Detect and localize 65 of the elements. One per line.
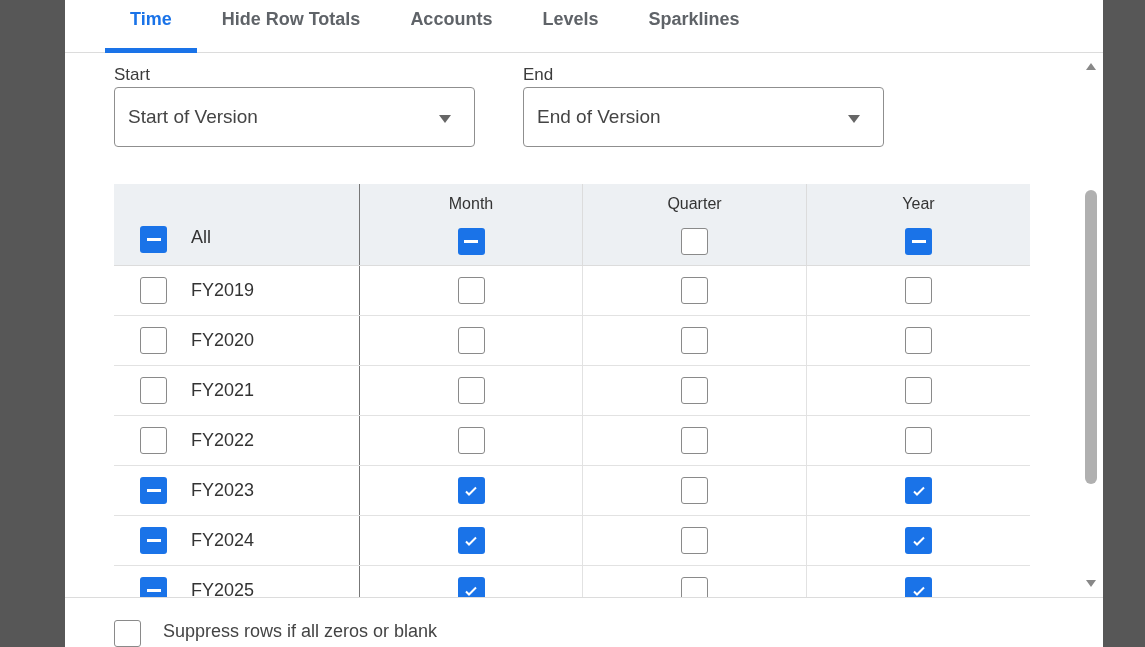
row-label: FY2024 bbox=[191, 529, 255, 552]
checkbox[interactable] bbox=[140, 527, 167, 554]
minus-icon bbox=[146, 538, 161, 543]
row-label: FY2021 bbox=[191, 379, 255, 402]
checkbox[interactable] bbox=[457, 327, 485, 354]
column-header: Year bbox=[902, 194, 935, 214]
row-label: All bbox=[191, 226, 211, 249]
column-header: Quarter bbox=[667, 194, 722, 214]
checkbox[interactable] bbox=[905, 527, 932, 554]
checkbox[interactable] bbox=[681, 327, 708, 354]
minus-icon bbox=[146, 488, 161, 493]
checkbox[interactable] bbox=[114, 620, 141, 647]
checkbox[interactable] bbox=[140, 327, 167, 354]
scroll-down-icon[interactable] bbox=[1085, 580, 1096, 587]
checkbox[interactable] bbox=[905, 327, 932, 354]
minus-icon bbox=[464, 239, 478, 244]
checkbox[interactable] bbox=[457, 277, 485, 304]
checkbox[interactable] bbox=[140, 577, 167, 597]
checkbox[interactable] bbox=[905, 277, 932, 304]
checkbox[interactable] bbox=[140, 427, 167, 454]
tab[interactable]: Accounts bbox=[385, 0, 518, 53]
column-header: Month bbox=[448, 194, 494, 214]
checkbox[interactable] bbox=[681, 527, 708, 554]
checkbox[interactable] bbox=[681, 228, 708, 255]
checkbox[interactable] bbox=[457, 377, 485, 404]
checkbox[interactable] bbox=[681, 277, 708, 304]
checkbox[interactable] bbox=[905, 228, 932, 255]
row-label: FY2023 bbox=[191, 479, 255, 502]
checkbox[interactable] bbox=[457, 427, 485, 454]
field-label: End bbox=[523, 64, 555, 86]
checkbox[interactable] bbox=[905, 577, 932, 597]
checkbox[interactable] bbox=[681, 477, 708, 504]
tab[interactable]: Sparklines bbox=[623, 0, 765, 53]
minus-icon bbox=[146, 237, 161, 242]
minus-icon bbox=[911, 239, 926, 244]
checkbox[interactable] bbox=[681, 577, 708, 597]
checkbox[interactable] bbox=[457, 577, 485, 597]
checkbox[interactable] bbox=[681, 427, 708, 454]
checkbox[interactable] bbox=[457, 228, 485, 255]
checkbox[interactable] bbox=[457, 477, 485, 504]
row-label: FY2022 bbox=[191, 429, 255, 452]
checkbox[interactable] bbox=[140, 477, 167, 504]
checkbox[interactable] bbox=[457, 527, 485, 554]
tab[interactable]: Time bbox=[105, 0, 197, 53]
checkbox[interactable] bbox=[140, 377, 167, 404]
row-label: FY2020 bbox=[191, 329, 255, 352]
dropdown[interactable]: Start of Version bbox=[114, 87, 475, 147]
dropdown-arrow-icon bbox=[848, 115, 860, 123]
tab[interactable]: Levels bbox=[517, 0, 624, 53]
dropdown-arrow-icon bbox=[439, 115, 451, 123]
scrollbar-thumb[interactable] bbox=[1084, 190, 1097, 484]
scroll-up-icon[interactable] bbox=[1085, 63, 1096, 70]
dropdown[interactable]: End of Version bbox=[523, 87, 884, 147]
field-label: Start bbox=[114, 64, 151, 86]
checkbox-label: Suppress rows if all zeros or blank bbox=[163, 620, 438, 643]
tab[interactable]: Hide Row Totals bbox=[196, 0, 386, 53]
row-label: FY2025 bbox=[191, 579, 255, 597]
checkbox[interactable] bbox=[681, 377, 708, 404]
minus-icon bbox=[146, 588, 161, 593]
checkbox[interactable] bbox=[905, 377, 932, 404]
checkbox[interactable] bbox=[140, 277, 167, 304]
checkbox[interactable] bbox=[140, 226, 167, 253]
row-label: FY2019 bbox=[191, 279, 255, 302]
checkbox[interactable] bbox=[905, 427, 932, 454]
checkbox[interactable] bbox=[905, 477, 932, 504]
